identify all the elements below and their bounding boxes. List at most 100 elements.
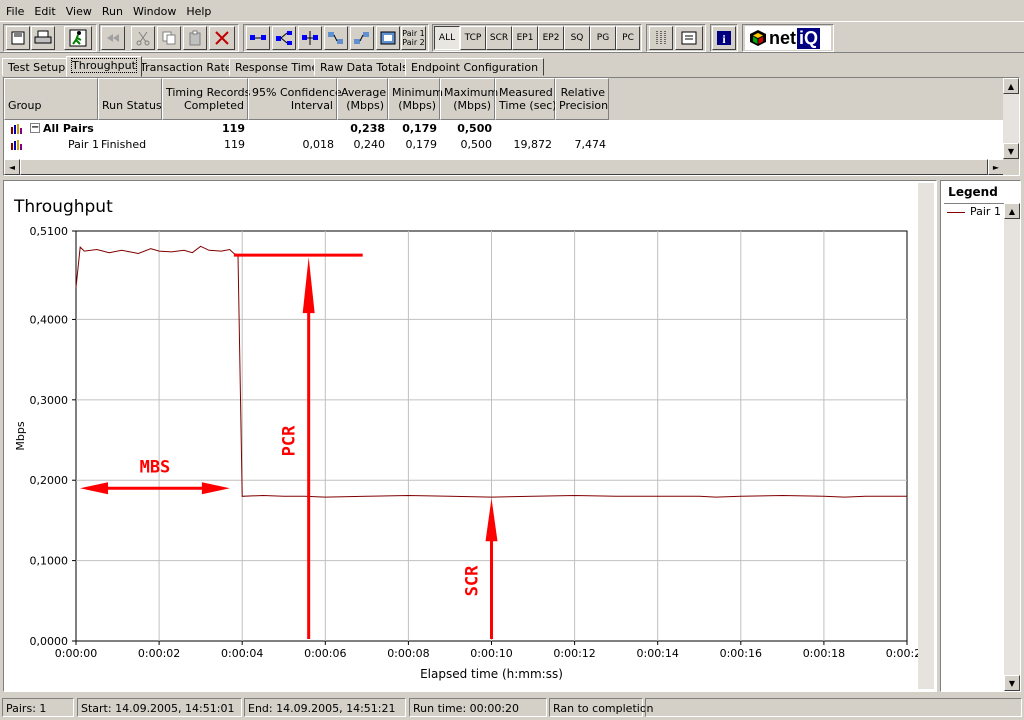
- scroll-down-button[interactable]: ▼: [1003, 143, 1019, 159]
- add-multicast-button[interactable]: [272, 26, 296, 50]
- menu-file[interactable]: File: [2, 3, 30, 18]
- menu-run[interactable]: Run: [98, 3, 129, 18]
- scroll-up-button[interactable]: ▲: [1003, 78, 1019, 94]
- scissors-icon: [136, 31, 150, 46]
- tab-response-time[interactable]: Response Time: [229, 58, 325, 76]
- col-header-confidence[interactable]: 95% Confidence Interval: [248, 78, 342, 120]
- netiq-logo-text: net: [769, 27, 796, 48]
- scroll-left-button[interactable]: ◄: [4, 159, 20, 175]
- row-average: 0,238: [350, 122, 385, 135]
- paste-button[interactable]: [183, 26, 207, 50]
- scroll-thumb[interactable]: [20, 159, 988, 175]
- tab-transaction-rate-label: Transaction Rate: [140, 61, 232, 74]
- legend-scroll-down-button[interactable]: ▼: [1004, 675, 1020, 691]
- rewind-button[interactable]: [101, 26, 125, 50]
- status-completion: Ran to completion: [549, 698, 654, 717]
- filter-pc-button[interactable]: PC: [616, 26, 640, 50]
- filter-sq-button[interactable]: SQ: [564, 26, 590, 50]
- delete-button[interactable]: [209, 26, 235, 50]
- legend-entry-pair-1[interactable]: Pair 1: [970, 205, 1001, 218]
- print-button[interactable]: [31, 26, 55, 50]
- cut-button[interactable]: [131, 26, 155, 50]
- pair-properties-button[interactable]: [376, 26, 400, 50]
- tab-test-setup[interactable]: Test Setup: [2, 58, 72, 76]
- tab-raw-data-totals[interactable]: Raw Data Totals: [314, 58, 414, 76]
- rewind-icon: [107, 34, 119, 42]
- col-header-timing-records-line1: Timing Records: [166, 86, 251, 99]
- filter-sq-label: SQ: [570, 33, 584, 43]
- col-header-group[interactable]: Group: [4, 78, 98, 120]
- filter-tcp-button[interactable]: TCP: [460, 26, 486, 50]
- scroll-corner: [1003, 159, 1019, 175]
- menu-window[interactable]: Window: [129, 3, 182, 18]
- copy-button[interactable]: [157, 26, 181, 50]
- filter-scr-button[interactable]: SCR: [486, 26, 512, 50]
- col-header-measured-time[interactable]: Measured Time (sec): [495, 78, 557, 120]
- filter-all-label: ALL: [438, 33, 456, 43]
- column-view-button[interactable]: [649, 26, 673, 50]
- table-row[interactable]: Pair 1 Finished 119 0,018 0,240 0,179 0,…: [4, 137, 1004, 153]
- x-tick-label: 0:00:04: [221, 647, 263, 660]
- filter-ep1-label: EP1: [516, 33, 534, 43]
- col-header-average-line1: Average: [341, 86, 387, 99]
- col-header-average-line2: (Mbps): [346, 99, 384, 112]
- grid-horizontal-scrollbar[interactable]: ◄ ►: [4, 159, 1004, 175]
- tab-throughput[interactable]: Throughput: [66, 56, 142, 77]
- filter-all-button[interactable]: ALL: [434, 26, 460, 50]
- save-icon: [11, 31, 25, 45]
- copy-icon: [162, 31, 176, 45]
- delete-x-icon: [215, 31, 229, 45]
- status-pairs: Pairs: 1: [2, 698, 74, 717]
- info-button[interactable]: i: [712, 26, 736, 50]
- col-header-relative-precision[interactable]: Relative Precision: [555, 78, 609, 120]
- menu-view[interactable]: View: [62, 3, 98, 18]
- y-tick-label: 0,1000: [30, 555, 69, 568]
- row-average: 0,240: [353, 138, 386, 151]
- results-grid-header: Group Run Status Timing Records Completed…: [4, 78, 1004, 120]
- col-header-confidence-line1: 95% Confidence: [252, 86, 342, 99]
- menu-edit[interactable]: Edit: [30, 3, 61, 18]
- collapse-toggle[interactable]: −: [30, 123, 40, 133]
- filter-ep1-button[interactable]: EP1: [512, 26, 538, 50]
- legend-scrollbar[interactable]: ▲ ▼: [1004, 203, 1020, 691]
- tab-test-setup-label: Test Setup: [8, 61, 66, 74]
- menu-bar: File Edit View Run Window Help: [0, 0, 1024, 20]
- scroll-right-button[interactable]: ►: [988, 159, 1004, 175]
- pair-1-label: Pair 1: [402, 29, 425, 38]
- pair-swap-button[interactable]: [350, 26, 374, 50]
- status-end: End: 14.09.2005, 14:51:21: [244, 698, 406, 717]
- x-tick-label: 0:00:10: [470, 647, 512, 660]
- list-view-button[interactable]: [675, 26, 703, 50]
- row-precision: 7,474: [574, 138, 607, 151]
- filter-pg-label: PG: [596, 33, 610, 43]
- row-group: All Pairs: [43, 122, 94, 135]
- row-records: 119: [222, 122, 245, 135]
- col-header-maximum[interactable]: Maximum (Mbps): [440, 78, 498, 120]
- col-header-minimum[interactable]: Minimum (Mbps): [388, 78, 443, 120]
- col-header-run-status[interactable]: Run Status: [98, 78, 162, 120]
- tab-transaction-rate[interactable]: Transaction Rate: [134, 58, 238, 76]
- pair-1-pair-2-button[interactable]: Pair 1 Pair 2: [401, 26, 426, 50]
- pair-group-button[interactable]: [324, 26, 348, 50]
- multicast-icon: [276, 31, 292, 45]
- col-header-average[interactable]: Average (Mbps): [337, 78, 388, 120]
- edit-pair-button[interactable]: [298, 26, 322, 50]
- table-row[interactable]: − All Pairs 119 0,238 0,179 0,500: [4, 121, 1004, 137]
- chart-scrollbar-track: [918, 183, 934, 689]
- filter-pc-label: PC: [622, 33, 634, 43]
- col-header-timing-records[interactable]: Timing Records Completed: [162, 78, 251, 120]
- print-icon: [34, 30, 52, 44]
- grid-vertical-scrollbar[interactable]: ▲ ▼: [1003, 78, 1019, 159]
- x-tick-label: 0:00:02: [138, 647, 180, 660]
- pair-swap-icon: [354, 32, 369, 44]
- legend-scroll-up-button[interactable]: ▲: [1004, 203, 1020, 219]
- filter-pg-button[interactable]: PG: [590, 26, 616, 50]
- tab-endpoint-configuration[interactable]: Endpoint Configuration: [405, 58, 545, 76]
- add-pair-button[interactable]: [246, 26, 270, 50]
- y-tick-label: 0,2000: [30, 474, 69, 487]
- save-button[interactable]: [6, 26, 30, 50]
- row-confidence: 0,018: [302, 138, 335, 151]
- menu-help[interactable]: Help: [182, 3, 217, 18]
- filter-ep2-button[interactable]: EP2: [538, 26, 564, 50]
- run-button[interactable]: [64, 26, 92, 50]
